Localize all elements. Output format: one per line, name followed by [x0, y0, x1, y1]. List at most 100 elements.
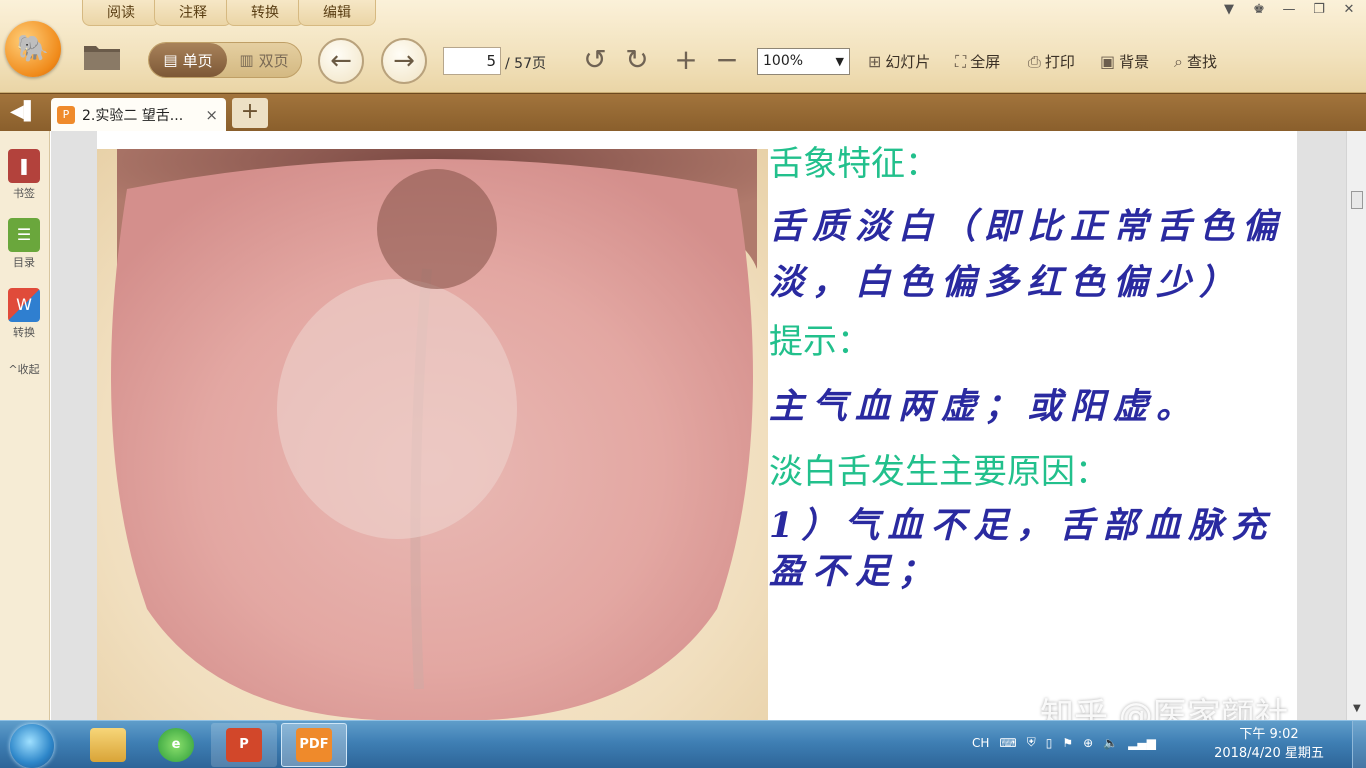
pdf-to-word-icon: W	[8, 288, 40, 322]
page-number-input[interactable]: 5	[443, 47, 501, 75]
zoom-out-icon[interactable]: −	[711, 44, 743, 76]
browser-icon: e	[158, 728, 194, 762]
slideshow-button[interactable]: ⊞ 幻灯片	[868, 51, 930, 72]
taskbar-app-ie[interactable]: e	[143, 723, 209, 767]
sidebar-item-toc[interactable]: ☰ 目录	[0, 218, 48, 270]
heading-causes: 淡白舌发生主要原因：	[769, 452, 1109, 492]
signal-icon[interactable]: ▂▄▆	[1128, 736, 1156, 750]
page-icon: ▤	[163, 51, 178, 69]
tab-title: 2.实验二 望舌...	[82, 108, 184, 124]
print-label: 打印	[1044, 53, 1075, 71]
taskbar-app-explorer[interactable]	[75, 723, 141, 767]
update-icon[interactable]: ⊕	[1083, 736, 1093, 750]
fullscreen-icon: ⛶	[955, 51, 967, 71]
rotate-right-icon[interactable]: ↻	[621, 44, 653, 76]
vertical-scrollbar[interactable]: ▼	[1346, 131, 1366, 720]
text-hint: 主气血两虚；或阳虚。	[769, 386, 1200, 427]
slideshow-icon: ⊞	[868, 52, 882, 71]
text-causes: 1）气血不足，舌部血脉充盈不足；	[769, 505, 1275, 592]
menu-tab-edit[interactable]: 编辑	[298, 0, 376, 26]
volume-icon[interactable]: 🔈	[1103, 736, 1118, 750]
start-button-icon[interactable]	[10, 724, 54, 768]
window-controls: ▼ ♚ — ❐ ✕	[1220, 2, 1358, 17]
page-text-column: 舌象特征： 舌质淡白（即比正常舌色偏淡，白色偏多红色偏少） 提示： 主气血两虚；…	[769, 131, 1297, 720]
windows-taskbar: e P PDF CH ⌨ ⛨ ▯ ⚑ ⊕ 🔈 ▂▄▆ 下午 9:02 2018/…	[0, 720, 1366, 768]
taskbar-app-pdf[interactable]: PDF	[281, 723, 347, 767]
table-of-contents-icon: ☰	[8, 218, 40, 252]
slideshow-label: 幻灯片	[885, 53, 931, 71]
security-shield-icon[interactable]: ⛨	[1027, 735, 1036, 750]
pdf-page: 舌象特征： 舌质淡白（即比正常舌色偏淡，白色偏多红色偏少） 提示： 主气血两虚；…	[97, 131, 1297, 720]
find-button[interactable]: ⌕ 查找	[1174, 51, 1217, 72]
network-error-icon[interactable]: ⚑	[1062, 736, 1073, 750]
double-page-button[interactable]: ▥ 双页	[227, 43, 301, 77]
heading-hint: 提示：	[769, 322, 871, 362]
rotate-left-icon[interactable]: ↺	[579, 44, 611, 76]
taskbar-app-powerpoint[interactable]: P	[211, 723, 277, 767]
scrollbar-thumb[interactable]	[1351, 191, 1363, 209]
collapse-sidebar-icon[interactable]: ◀▌	[10, 101, 38, 122]
heading-tongue-features: 舌象特征：	[769, 144, 939, 184]
menu-tab-read[interactable]: 阅读	[82, 0, 160, 26]
main-toolbar: 阅读 注释 转换 编辑 ▼ ♚ — ❐ ✕ 🐘 ▤ 单页 ▥ 双页 ← → 5 …	[0, 0, 1366, 93]
sidebar-collapse-label: 收起	[17, 363, 40, 376]
powerpoint-icon: P	[226, 728, 262, 762]
clock-date: 2018/4/20 星期五	[1214, 746, 1324, 761]
scroll-down-icon[interactable]: ▼	[1353, 703, 1361, 714]
menu-tab-convert[interactable]: 转换	[226, 0, 304, 26]
zoom-select[interactable]: 100% ▼	[757, 48, 850, 75]
sidebar-bookmark-label: 书签	[13, 187, 35, 200]
pdf-file-icon: P	[57, 106, 75, 124]
app-logo-icon[interactable]: 🐘	[5, 21, 61, 77]
sidebar-item-convert[interactable]: W 转换	[0, 288, 48, 340]
sidebar-collapse-button[interactable]: ^收起	[0, 361, 48, 377]
zoom-value: 100%	[763, 53, 804, 69]
close-tab-icon[interactable]: ×	[205, 106, 218, 124]
open-folder-icon[interactable]	[82, 40, 122, 72]
clock[interactable]: 下午 9:02 2018/4/20 星期五	[1214, 725, 1324, 763]
view-mode-toggle: ▤ 单页 ▥ 双页	[148, 42, 302, 78]
bookmark-icon: ❚	[8, 149, 40, 183]
page-total: / 57页	[505, 56, 546, 72]
arrow-left-icon: ←	[330, 46, 352, 76]
find-label: 查找	[1186, 53, 1217, 71]
single-page-button[interactable]: ▤ 单页	[149, 43, 227, 77]
double-page-label: 双页	[258, 51, 289, 70]
menu-tab-annotate[interactable]: 注释	[154, 0, 232, 26]
print-button[interactable]: ⎙ 打印	[1028, 51, 1075, 72]
tongue-photo	[97, 149, 768, 720]
keyboard-icon[interactable]: ⌨	[999, 736, 1016, 750]
document-view: 舌象特征： 舌质淡白（即比正常舌色偏淡，白色偏多红色偏少） 提示： 主气血两虚；…	[51, 131, 1346, 720]
language-indicator[interactable]: CH	[972, 736, 989, 750]
clock-time: 下午 9:02	[1239, 727, 1299, 742]
pdf-reader-icon: PDF	[296, 728, 332, 762]
printer-icon: ⎙	[1028, 51, 1041, 71]
menu-tabs: 阅读 注释 转换 编辑	[82, 0, 376, 26]
device-icon[interactable]: ▯	[1046, 736, 1053, 750]
tongue-image-icon	[111, 149, 757, 720]
sidebar-item-bookmark[interactable]: ❚ 书签	[0, 149, 48, 201]
skin-icon[interactable]: ♚	[1250, 2, 1268, 17]
tab-document[interactable]: P 2.实验二 望舌... ×	[51, 98, 226, 132]
next-page-button[interactable]: →	[381, 38, 427, 84]
show-desktop-button[interactable]	[1352, 721, 1366, 768]
document-tab-bar: ◀▌ P 2.实验二 望舌... × +	[0, 93, 1366, 132]
minimize-icon[interactable]: —	[1280, 2, 1298, 17]
background-button[interactable]: ▣ 背景	[1100, 51, 1149, 72]
sidebar-toc-label: 目录	[13, 256, 35, 269]
dropdown-menu-icon[interactable]: ▼	[1220, 2, 1238, 17]
single-page-label: 单页	[182, 51, 213, 70]
double-page-icon: ▥	[239, 51, 254, 69]
background-label: 背景	[1119, 53, 1150, 71]
close-icon[interactable]: ✕	[1340, 2, 1358, 17]
restore-icon[interactable]: ❐	[1310, 2, 1328, 17]
background-icon: ▣	[1100, 52, 1116, 71]
chevron-down-icon: ▼	[835, 55, 844, 68]
folder-icon	[90, 728, 126, 762]
new-tab-button[interactable]: +	[232, 98, 268, 128]
previous-page-button[interactable]: ←	[318, 38, 364, 84]
arrow-right-icon: →	[393, 46, 415, 76]
sidebar-convert-label: 转换	[13, 326, 35, 339]
fullscreen-button[interactable]: ⛶ 全屏	[955, 51, 1000, 72]
zoom-in-icon[interactable]: +	[670, 44, 702, 76]
